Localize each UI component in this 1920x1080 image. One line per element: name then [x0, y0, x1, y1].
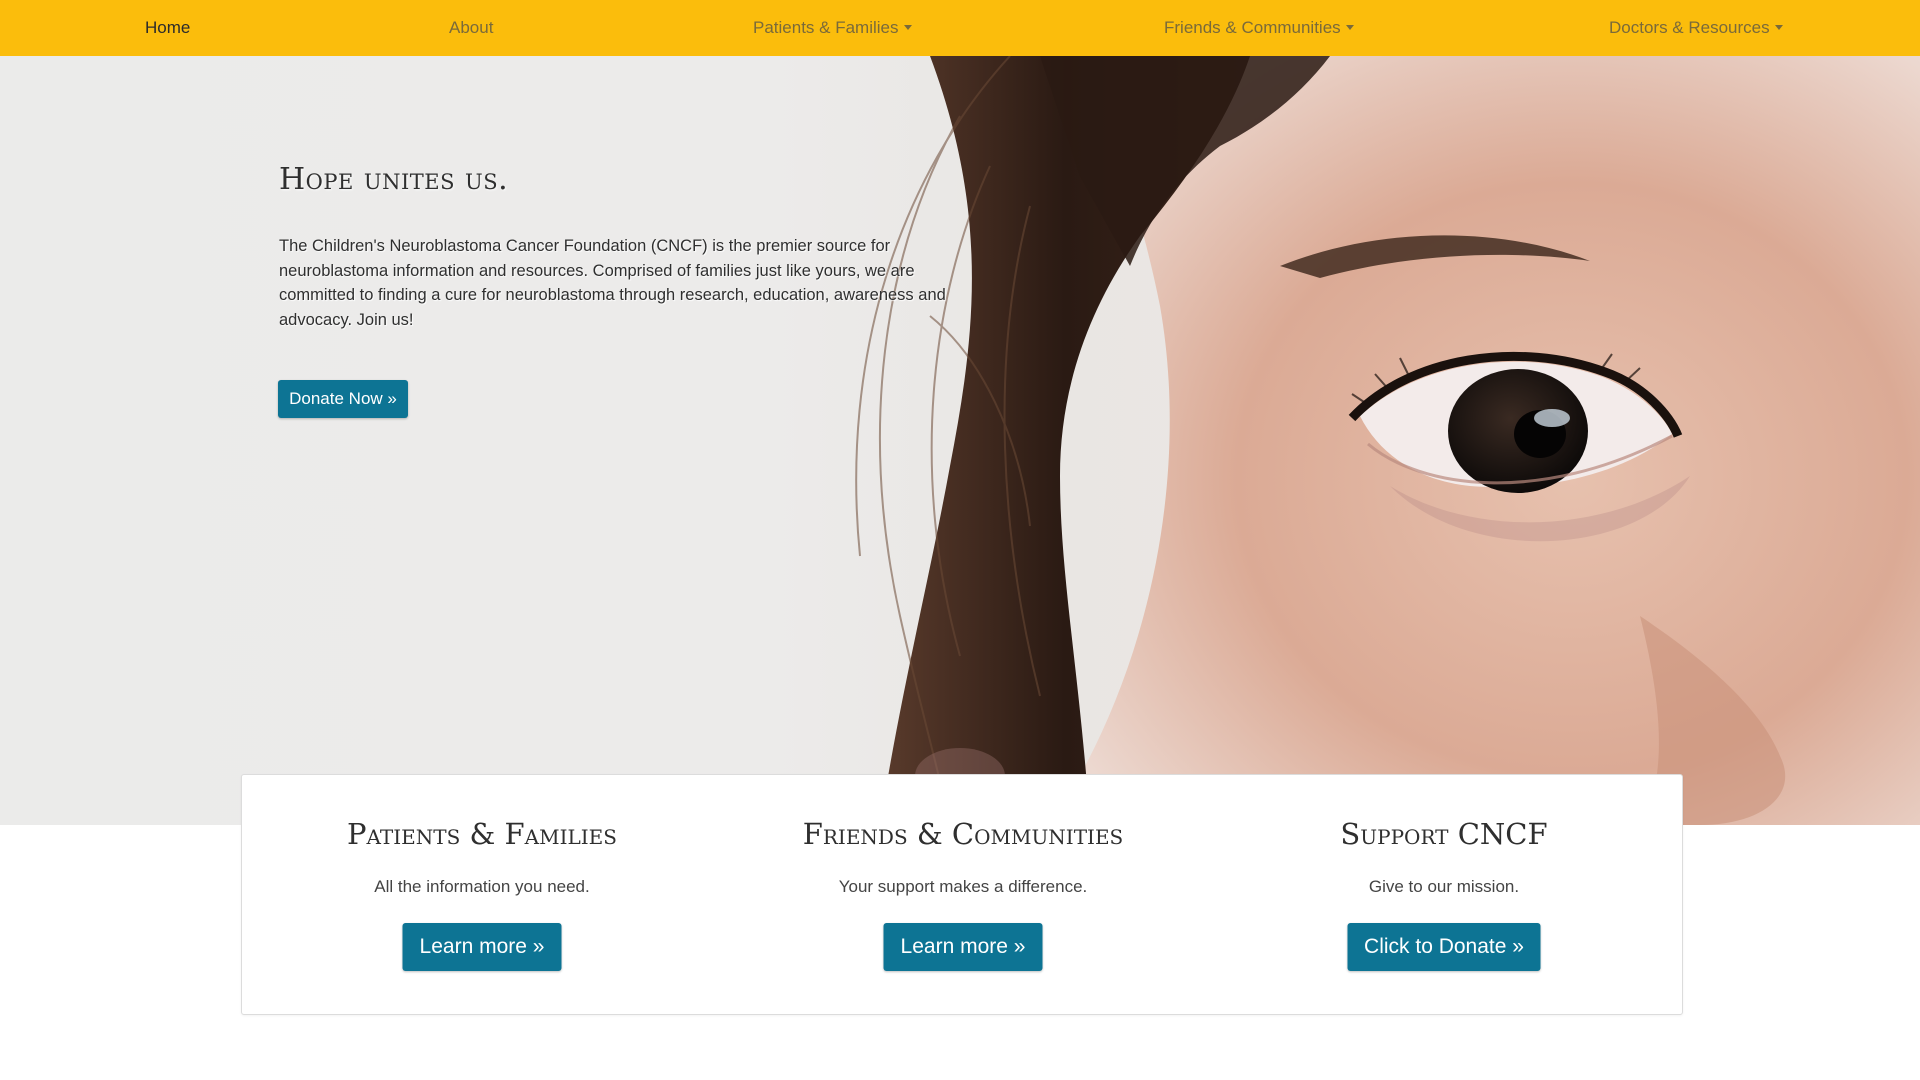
- nav-doctors-resources-label: Doctors & Resources: [1609, 18, 1770, 37]
- nav-patients-families[interactable]: Patients & Families: [753, 0, 912, 56]
- caret-down-icon: [1774, 25, 1783, 30]
- card-friends-communities: Friends & Communities Your support makes…: [723, 775, 1203, 1016]
- nav-friends-communities[interactable]: Friends & Communities: [1164, 0, 1354, 56]
- feature-cards-panel: Patients & Families All the information …: [241, 774, 1683, 1015]
- card-description: Your support makes a difference.: [838, 877, 1088, 896]
- card-title: Friends & Communities: [802, 817, 1124, 851]
- nav-doctors-resources[interactable]: Doctors & Resources: [1609, 0, 1783, 56]
- learn-more-friends-button[interactable]: Learn more »: [883, 923, 1043, 971]
- card-title: Support CNCF: [1340, 817, 1548, 851]
- caret-down-icon: [903, 25, 912, 30]
- card-description: Give to our mission.: [1368, 877, 1520, 896]
- nav-patients-families-label: Patients & Families: [753, 18, 899, 37]
- card-description: All the information you need.: [374, 877, 590, 896]
- caret-down-icon: [1345, 25, 1354, 30]
- hero-description: The Children's Neuroblastoma Cancer Foun…: [279, 237, 946, 329]
- hero-banner: Hope unites us. The Children's Neuroblas…: [0, 56, 1920, 825]
- card-patients-families: Patients & Families All the information …: [242, 775, 722, 1016]
- donate-now-button[interactable]: Donate Now »: [278, 380, 408, 418]
- nav-home[interactable]: Home: [145, 0, 190, 56]
- top-navbar: Home About Patients & Families Friends &…: [0, 0, 1920, 56]
- card-support-cncf: Support CNCF Give to our mission. Click …: [1204, 775, 1684, 1016]
- click-to-donate-button[interactable]: Click to Donate »: [1347, 923, 1541, 971]
- nav-friends-communities-label: Friends & Communities: [1164, 18, 1341, 37]
- nav-about[interactable]: About: [449, 0, 493, 56]
- hero-title: Hope unites us.: [279, 162, 509, 197]
- card-title: Patients & Families: [347, 817, 617, 851]
- learn-more-patients-button[interactable]: Learn more »: [402, 923, 562, 971]
